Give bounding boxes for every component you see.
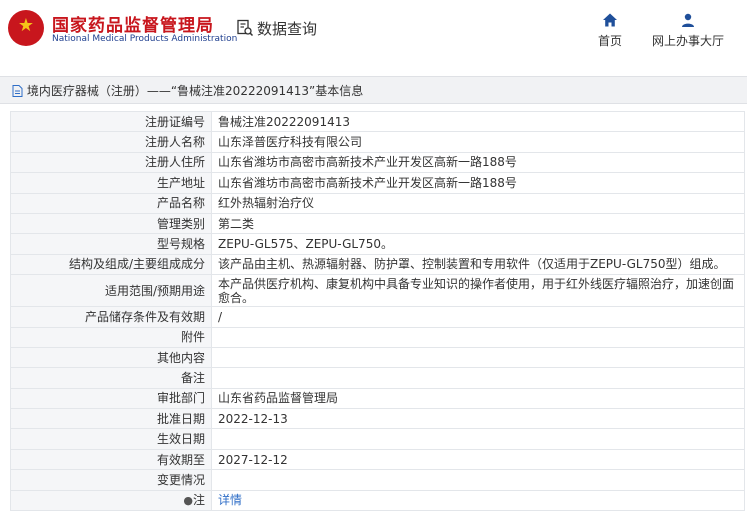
row-label: 管理类别 bbox=[10, 212, 212, 235]
row-value: 第二类 bbox=[211, 212, 745, 235]
table-row: 注册人住所 山东省潍坊市高密市高新技术产业开发区高新一路188号 bbox=[10, 151, 745, 174]
row-value: 山东省潍坊市高密市高新技术产业开发区高新一路188号 bbox=[211, 172, 745, 194]
data-query-title: 数据查询 bbox=[236, 18, 317, 41]
row-value: / bbox=[211, 306, 745, 328]
row-label: 其他内容 bbox=[10, 346, 212, 369]
table-row: 型号规格 ZEPU-GL575、ZEPU-GL750。 bbox=[10, 233, 745, 255]
row-label: 批准日期 bbox=[10, 408, 212, 430]
row-value: 红外热辐射治疗仪 bbox=[211, 192, 745, 214]
table-row: 附件 bbox=[10, 326, 745, 348]
row-value bbox=[211, 469, 745, 491]
row-label: 变更情况 bbox=[10, 469, 212, 491]
table-row: 批准日期 2022-12-13 bbox=[10, 408, 745, 430]
row-value: ZEPU-GL575、ZEPU-GL750。 bbox=[211, 233, 745, 255]
nav-home[interactable]: 首页 bbox=[598, 12, 622, 49]
user-icon bbox=[682, 13, 694, 27]
row-label: 生效日期 bbox=[10, 428, 212, 450]
row-label: 注册人住所 bbox=[10, 151, 212, 174]
row-value: 鲁械注准20222091413 bbox=[211, 110, 745, 133]
row-label: 产品名称 bbox=[10, 192, 212, 214]
nav-hall-label: 网上办事大厅 bbox=[652, 34, 725, 48]
row-label: 附件 bbox=[10, 326, 212, 348]
row-value: 山东泽普医疗科技有限公司 bbox=[211, 131, 745, 153]
row-label: 适用范围/预期用途 bbox=[10, 274, 212, 308]
row-value bbox=[211, 346, 745, 369]
document-search-icon bbox=[236, 19, 254, 41]
row-label: 备注 bbox=[10, 367, 212, 389]
row-label: 审批部门 bbox=[10, 387, 212, 410]
nmpa-emblem-icon bbox=[8, 10, 44, 46]
row-value: 山东省药品监督管理局 bbox=[211, 387, 745, 410]
nav-home-label: 首页 bbox=[598, 34, 623, 48]
row-value: 本产品供医疗机构、康复机构中具备专业知识的操作者使用，用于红外线医疗辐照治疗，加… bbox=[211, 274, 745, 308]
row-value: 山东省潍坊市高密市高新技术产业开发区高新一路188号 bbox=[211, 151, 745, 174]
table-row: 生产地址 山东省潍坊市高密市高新技术产业开发区高新一路188号 bbox=[10, 172, 745, 194]
row-label: 有效期至 bbox=[10, 448, 212, 471]
site-header: 国家药品监督管理局 National Medical Products Admi… bbox=[0, 0, 747, 62]
row-value bbox=[211, 428, 745, 450]
breadcrumb-label: 境内医疗器械（注册）——“鲁械注准20222091413”基本信息 bbox=[26, 84, 364, 98]
site-name-en: National Medical Products Administration bbox=[52, 34, 238, 44]
table-row: 产品储存条件及有效期 / bbox=[10, 306, 745, 328]
table-row: 备注 bbox=[10, 367, 745, 389]
row-value: 2027-12-12 bbox=[211, 448, 745, 471]
breadcrumb: 境内医疗器械（注册）——“鲁械注准20222091413”基本信息 bbox=[0, 76, 747, 104]
table-row: 审批部门 山东省药品监督管理局 bbox=[10, 387, 745, 410]
row-value bbox=[211, 326, 745, 348]
row-label: 注册人名称 bbox=[10, 131, 212, 153]
row-value: 该产品由主机、热源辐射器、防护罩、控制装置和专用软件（仅适用于ZEPU-GL75… bbox=[211, 253, 745, 276]
table-row: 其他内容 bbox=[10, 346, 745, 369]
row-label: 结构及组成/主要组成成分 bbox=[10, 253, 212, 276]
table-row: 注册人名称 山东泽普医疗科技有限公司 bbox=[10, 131, 745, 153]
table-row: ●注 详情 bbox=[10, 489, 745, 512]
row-label: 注册证编号 bbox=[10, 110, 212, 133]
detail-table: 注册证编号 鲁械注准20222091413 注册人名称 山东泽普医疗科技有限公司 注… bbox=[10, 110, 745, 512]
data-query-label: 数据查询 bbox=[257, 20, 318, 38]
row-value bbox=[211, 367, 745, 389]
document-icon bbox=[12, 84, 27, 98]
home-icon bbox=[603, 13, 617, 27]
breadcrumb-text: 境内医疗器械（注册）——“鲁械注准20222091413”基本信息 bbox=[12, 82, 363, 99]
row-label: 型号规格 bbox=[10, 233, 212, 255]
table-row: 结构及组成/主要组成成分 该产品由主机、热源辐射器、防护罩、控制装置和专用软件（仅… bbox=[10, 253, 745, 276]
row-label-note: ●注 bbox=[10, 489, 212, 512]
nav-online-hall[interactable]: 网上办事大厅 bbox=[652, 12, 724, 49]
site-name-cn[interactable]: 国家药品监督管理局 bbox=[52, 11, 214, 36]
bulb-icon: ● bbox=[183, 493, 193, 507]
row-label: 产品储存条件及有效期 bbox=[10, 306, 212, 328]
row-label: 生产地址 bbox=[10, 172, 212, 194]
details-link[interactable]: 详情 bbox=[218, 493, 242, 507]
table-row: 注册证编号 鲁械注准20222091413 bbox=[10, 110, 745, 133]
note-label: 注 bbox=[192, 492, 205, 507]
table-row: 有效期至 2027-12-12 bbox=[10, 448, 745, 471]
table-row: 产品名称 红外热辐射治疗仪 bbox=[10, 192, 745, 214]
table-row: 生效日期 bbox=[10, 428, 745, 450]
row-value-note: 详情 bbox=[211, 489, 745, 512]
table-row: 适用范围/预期用途 本产品供医疗机构、康复机构中具备专业知识的操作者使用，用于红外… bbox=[10, 274, 745, 308]
table-row: 管理类别 第二类 bbox=[10, 212, 745, 235]
row-value: 2022-12-13 bbox=[211, 408, 745, 430]
table-row: 变更情况 bbox=[10, 469, 745, 491]
